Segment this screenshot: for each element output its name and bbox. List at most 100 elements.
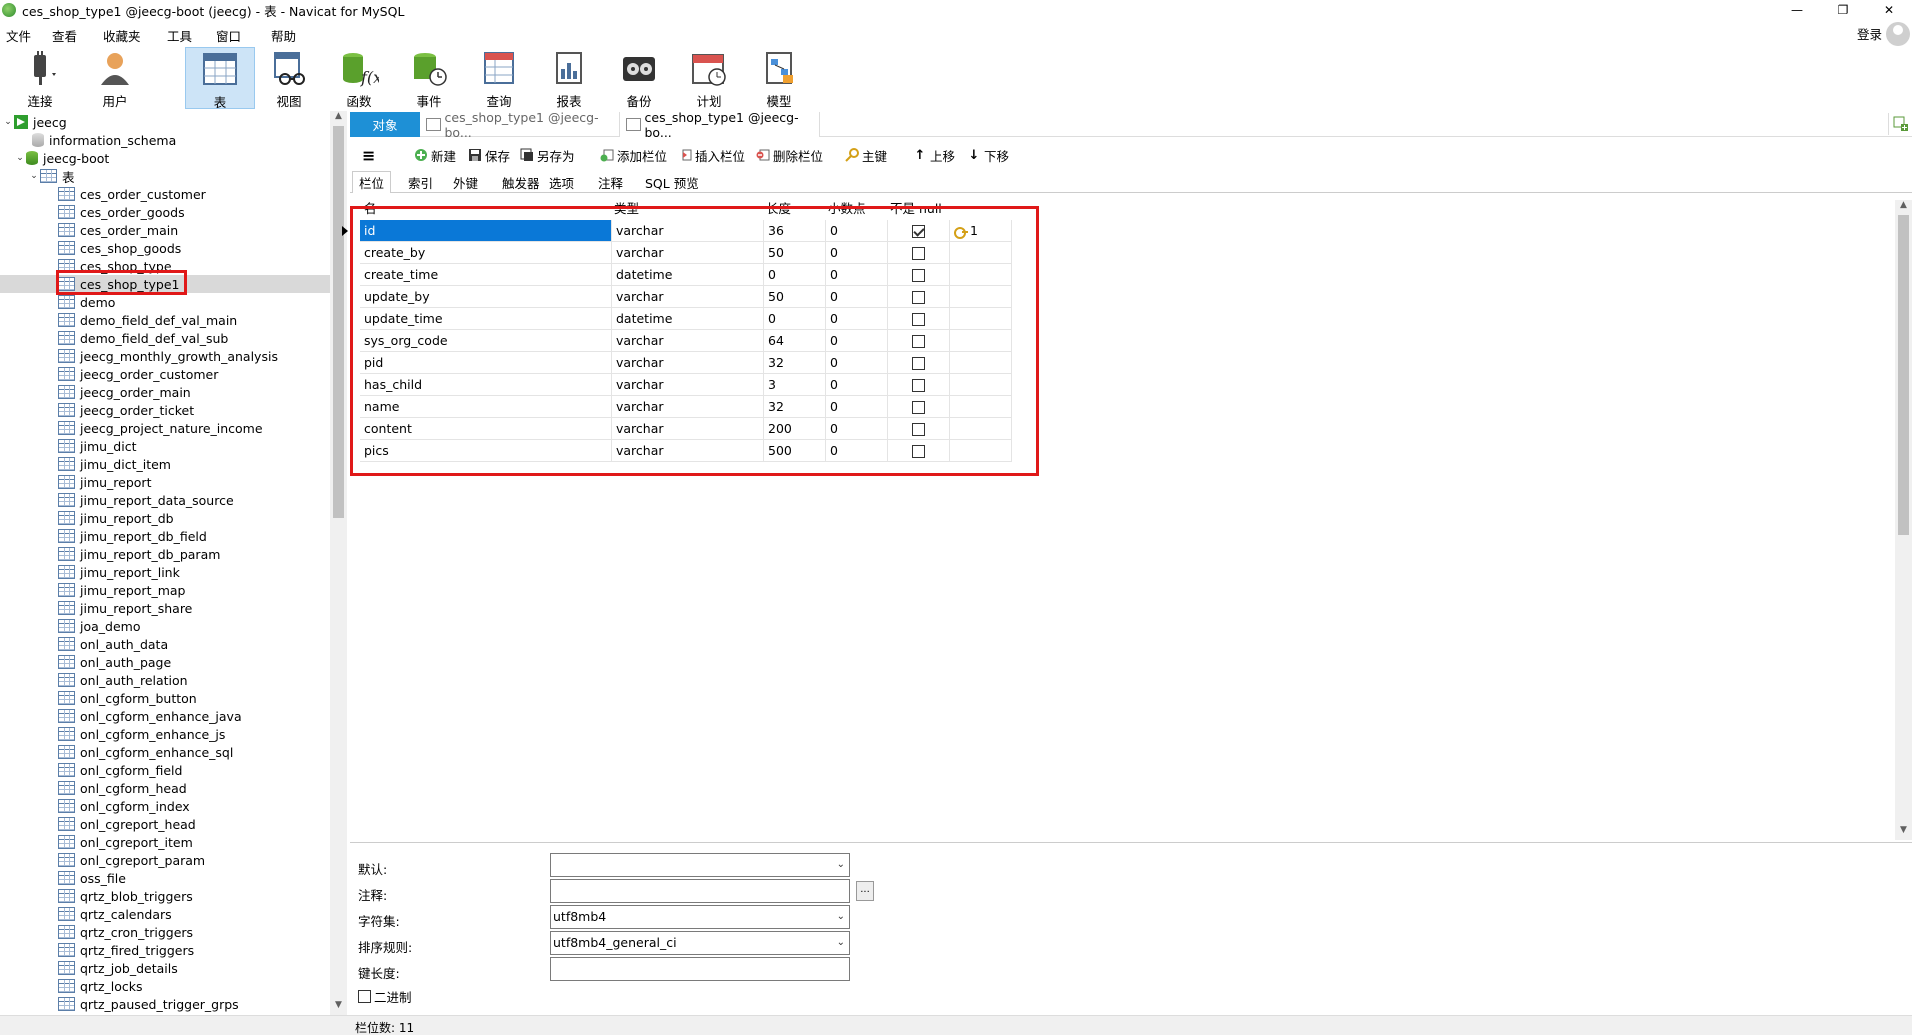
function-button[interactable]: f(x) 函数	[324, 47, 394, 109]
menu-tools[interactable]: 工具	[167, 26, 192, 45]
tree-database[interactable]: information_schema	[0, 131, 330, 149]
tree-table-item[interactable]: qrtz_fired_triggers	[0, 941, 330, 959]
tree-table-item[interactable]: jimu_report_share	[0, 599, 330, 617]
save-as-button[interactable]: 另存为	[520, 145, 575, 165]
user-button[interactable]: 用户	[80, 47, 150, 109]
tree-table-item[interactable]: onl_auth_page	[0, 653, 330, 671]
tree-scroll-thumb[interactable]	[333, 126, 344, 518]
tree-table-item[interactable]: jimu_report_db_param	[0, 545, 330, 563]
menu-window[interactable]: 窗口	[216, 26, 241, 45]
tree-table-item[interactable]: jeecg_project_nature_income	[0, 419, 330, 437]
menu-favorites[interactable]: 收藏夹	[103, 26, 141, 45]
tab-table-data[interactable]: ces_shop_type1 @jeecg-bo...	[420, 110, 620, 140]
comment-edit-button[interactable]: ...	[856, 881, 874, 901]
tree-table-item[interactable]: joa_demo	[0, 617, 330, 635]
binary-checkbox[interactable]: 二进制	[358, 987, 412, 1006]
tree-table-item[interactable]: qrtz_job_details	[0, 959, 330, 977]
tab-indexes[interactable]: 索引	[402, 171, 439, 193]
tree-table-item[interactable]: ces_shop_goods	[0, 239, 330, 257]
tree-table-item[interactable]: jimu_report_map	[0, 581, 330, 599]
grid-scrollbar[interactable]: ▲ ▼	[1895, 200, 1912, 840]
add-field-button[interactable]: 添加栏位	[600, 145, 667, 165]
tree-table-item[interactable]: demo	[0, 293, 330, 311]
login-link[interactable]: 登录	[1857, 24, 1882, 43]
tab-objects[interactable]: 对象	[350, 112, 420, 137]
event-button[interactable]: 事件	[394, 47, 464, 109]
report-button[interactable]: 报表	[534, 47, 604, 109]
tree-table-item[interactable]: demo_field_def_val_sub	[0, 329, 330, 347]
view-button[interactable]: 视图	[254, 47, 324, 109]
primary-key-button[interactable]: 主键	[845, 145, 887, 165]
tree-table-item[interactable]: onl_cgreport_head	[0, 815, 330, 833]
charset-select[interactable]: utf8mb4 ⌄	[550, 905, 850, 929]
tree-database[interactable]: ⌄ jeecg-boot	[0, 149, 330, 167]
tree-table-item[interactable]: onl_cgform_field	[0, 761, 330, 779]
tab-options[interactable]: 选项	[543, 171, 580, 193]
scroll-up-arrow-icon[interactable]: ▲	[330, 111, 347, 126]
tree-table-item[interactable]: jeecg_order_main	[0, 383, 330, 401]
minimize-button[interactable]: —	[1774, 0, 1820, 20]
expand-arrow-icon[interactable]: ⌄	[28, 171, 40, 181]
tab-triggers[interactable]: 触发器	[496, 171, 546, 193]
tree-table-item[interactable]: jeecg_order_customer	[0, 365, 330, 383]
tree-table-item[interactable]: onl_cgreport_param	[0, 851, 330, 869]
tree-table-item[interactable]: onl_auth_relation	[0, 671, 330, 689]
tree-table-item[interactable]: jimu_report_db	[0, 509, 330, 527]
tree-table-item[interactable]: qrtz_blob_triggers	[0, 887, 330, 905]
menu-help[interactable]: 帮助	[271, 26, 296, 45]
grid-scroll-thumb[interactable]	[1898, 215, 1909, 535]
tree-table-item[interactable]: jimu_dict_item	[0, 455, 330, 473]
tree-table-item[interactable]: oss_file	[0, 869, 330, 887]
menu-view[interactable]: 查看	[52, 26, 77, 45]
tree-table-item[interactable]: qrtz_locks	[0, 977, 330, 995]
tree-table-item[interactable]: ces_order_goods	[0, 203, 330, 221]
scroll-down-arrow-icon[interactable]: ▼	[1895, 825, 1912, 840]
close-button[interactable]: ✕	[1866, 0, 1912, 20]
tree-table-item[interactable]: ces_order_main	[0, 221, 330, 239]
query-button[interactable]: 查询	[464, 47, 534, 109]
tree-table-item[interactable]: qrtz_paused_trigger_grps	[0, 995, 330, 1013]
backup-button[interactable]: 备份	[604, 47, 674, 109]
expand-arrow-icon[interactable]: ⌄	[14, 153, 26, 163]
tree-table-item[interactable]: jeecg_monthly_growth_analysis	[0, 347, 330, 365]
new-tab-button[interactable]	[1888, 113, 1912, 135]
tab-fields[interactable]: 栏位	[352, 171, 392, 193]
tree-table-item[interactable]: jimu_report_db_field	[0, 527, 330, 545]
scroll-up-arrow-icon[interactable]: ▲	[1895, 200, 1912, 215]
tree-table-item[interactable]: onl_cgform_head	[0, 779, 330, 797]
tree-connection[interactable]: ⌄ jeecg	[0, 113, 330, 131]
default-select[interactable]: ⌄	[550, 853, 850, 877]
comment-input[interactable]	[550, 879, 850, 903]
save-button[interactable]: 保存	[468, 145, 510, 165]
tab-comment[interactable]: 注释	[592, 171, 629, 193]
tree-table-item[interactable]: qrtz_calendars	[0, 905, 330, 923]
collation-select[interactable]: utf8mb4_general_ci ⌄	[550, 931, 850, 955]
move-up-button[interactable]: ↑ 上移	[913, 145, 955, 165]
scroll-down-arrow-icon[interactable]: ▼	[330, 1000, 347, 1015]
tree-table-item[interactable]: onl_auth_data	[0, 635, 330, 653]
avatar[interactable]	[1886, 22, 1910, 46]
tab-sql-preview[interactable]: SQL 预览	[639, 171, 705, 193]
tree-tables-node[interactable]: ⌄ 表	[0, 167, 330, 185]
keylen-input[interactable]	[550, 957, 850, 981]
tab-table-design[interactable]: ces_shop_type1 @jeecg-bo...	[620, 110, 820, 140]
menu-file[interactable]: 文件	[6, 26, 31, 45]
restore-button[interactable]: ❐	[1820, 0, 1866, 20]
tree-table-item[interactable]: qrtz_cron_triggers	[0, 923, 330, 941]
tree-table-item[interactable]: onl_cgform_button	[0, 689, 330, 707]
tree-scrollbar[interactable]: ▲ ▼	[330, 111, 347, 1015]
tree-table-item[interactable]: ces_order_customer	[0, 185, 330, 203]
tree-table-item[interactable]: jimu_report_link	[0, 563, 330, 581]
model-button[interactable]: 模型	[744, 47, 814, 109]
tree-table-item[interactable]: onl_cgreport_item	[0, 833, 330, 851]
tree-table-item[interactable]: onl_cgform_enhance_js	[0, 725, 330, 743]
new-button[interactable]: 新建	[414, 145, 456, 165]
connect-button[interactable]: 连接	[5, 47, 75, 109]
expand-arrow-icon[interactable]: ⌄	[2, 117, 14, 127]
tab-foreign-keys[interactable]: 外键	[447, 171, 484, 193]
schedule-button[interactable]: 计划	[674, 47, 744, 109]
tree-table-item[interactable]: onl_cgform_enhance_sql	[0, 743, 330, 761]
insert-field-button[interactable]: 插入栏位	[678, 145, 745, 165]
tree-table-item[interactable]: onl_cgform_enhance_java	[0, 707, 330, 725]
tree-table-item[interactable]: demo_field_def_val_main	[0, 311, 330, 329]
